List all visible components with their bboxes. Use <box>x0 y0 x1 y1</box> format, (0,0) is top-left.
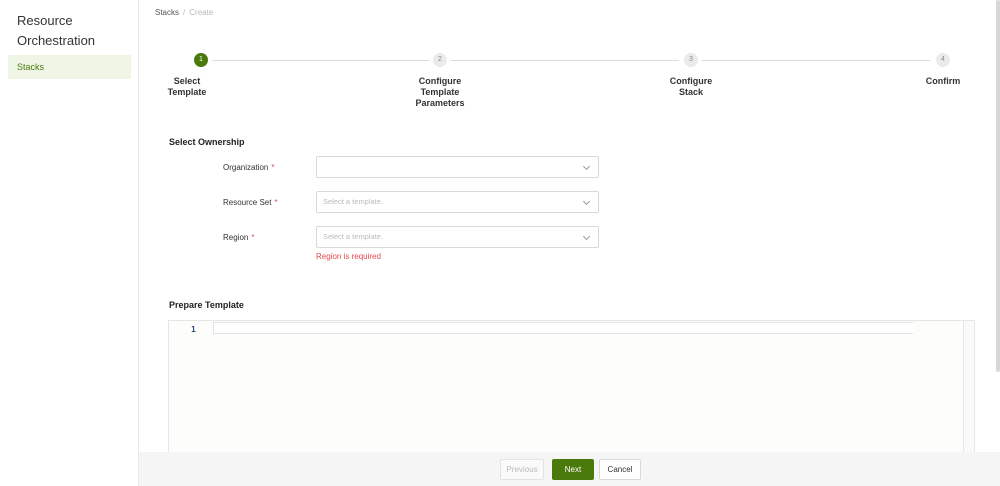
required-mark: * <box>251 233 255 242</box>
app-root: Resource Orchestration Service Stacks St… <box>0 0 1000 486</box>
step-connector-3 <box>702 60 930 61</box>
step-3-label: Configure Stack <box>669 76 713 97</box>
breadcrumb: Stacks / Create <box>155 8 213 17</box>
resource-set-label-text: Resource Set <box>223 198 272 207</box>
page-scrollbar[interactable] <box>996 0 1000 372</box>
organization-label-text: Organization <box>223 163 269 172</box>
cancel-button[interactable]: Cancel <box>599 459 641 480</box>
footer-bar: Previous Next Cancel <box>139 452 1000 486</box>
sidebar: Resource Orchestration Service Stacks <box>0 0 139 486</box>
previous-button[interactable]: Previous <box>500 459 544 480</box>
line-number: 1 <box>191 325 196 334</box>
region-error-message: Region is required <box>316 252 381 261</box>
step-connector-2 <box>451 60 679 61</box>
step-3-indicator: 3 <box>684 53 698 67</box>
select-ownership-heading: Select Ownership <box>169 137 245 147</box>
chevron-down-icon <box>582 232 591 241</box>
chevron-down-icon <box>582 162 591 171</box>
prepare-template-heading: Prepare Template <box>169 300 244 310</box>
sidebar-item-stacks[interactable]: Stacks <box>8 55 131 79</box>
resource-set-select[interactable]: Select a template. <box>316 191 599 213</box>
region-label-text: Region <box>223 233 249 242</box>
required-mark: * <box>271 163 275 172</box>
code-line-1[interactable] <box>213 322 913 334</box>
resource-set-placeholder: Select a template. <box>323 197 384 206</box>
breadcrumb-stacks-link[interactable]: Stacks <box>155 8 179 17</box>
chevron-down-icon <box>582 197 591 206</box>
step-2-label: Configure Template Parameters <box>415 76 465 108</box>
step-4-indicator: 4 <box>936 53 950 67</box>
required-mark: * <box>274 198 278 207</box>
breadcrumb-current: Create <box>189 8 214 17</box>
organization-label: Organization * <box>223 163 274 172</box>
next-button[interactable]: Next <box>552 459 594 480</box>
organization-select[interactable] <box>316 156 599 178</box>
step-1-label: Select Template <box>167 76 207 97</box>
main-content: Stacks / Create 1 2 3 4 Select Template Co… <box>139 0 1000 486</box>
resource-set-label: Resource Set * <box>223 198 278 207</box>
breadcrumb-separator: / <box>183 8 186 17</box>
editor-scrollbar[interactable] <box>963 321 974 459</box>
step-2-indicator: 2 <box>433 53 447 67</box>
step-4-label: Confirm <box>925 76 961 86</box>
step-1-indicator: 1 <box>194 53 208 67</box>
step-connector-1 <box>212 60 429 61</box>
template-editor[interactable]: 1 <box>168 320 975 460</box>
region-select[interactable]: Select a template. <box>316 226 599 248</box>
region-label: Region * <box>223 233 254 242</box>
region-placeholder: Select a template. <box>323 232 384 241</box>
